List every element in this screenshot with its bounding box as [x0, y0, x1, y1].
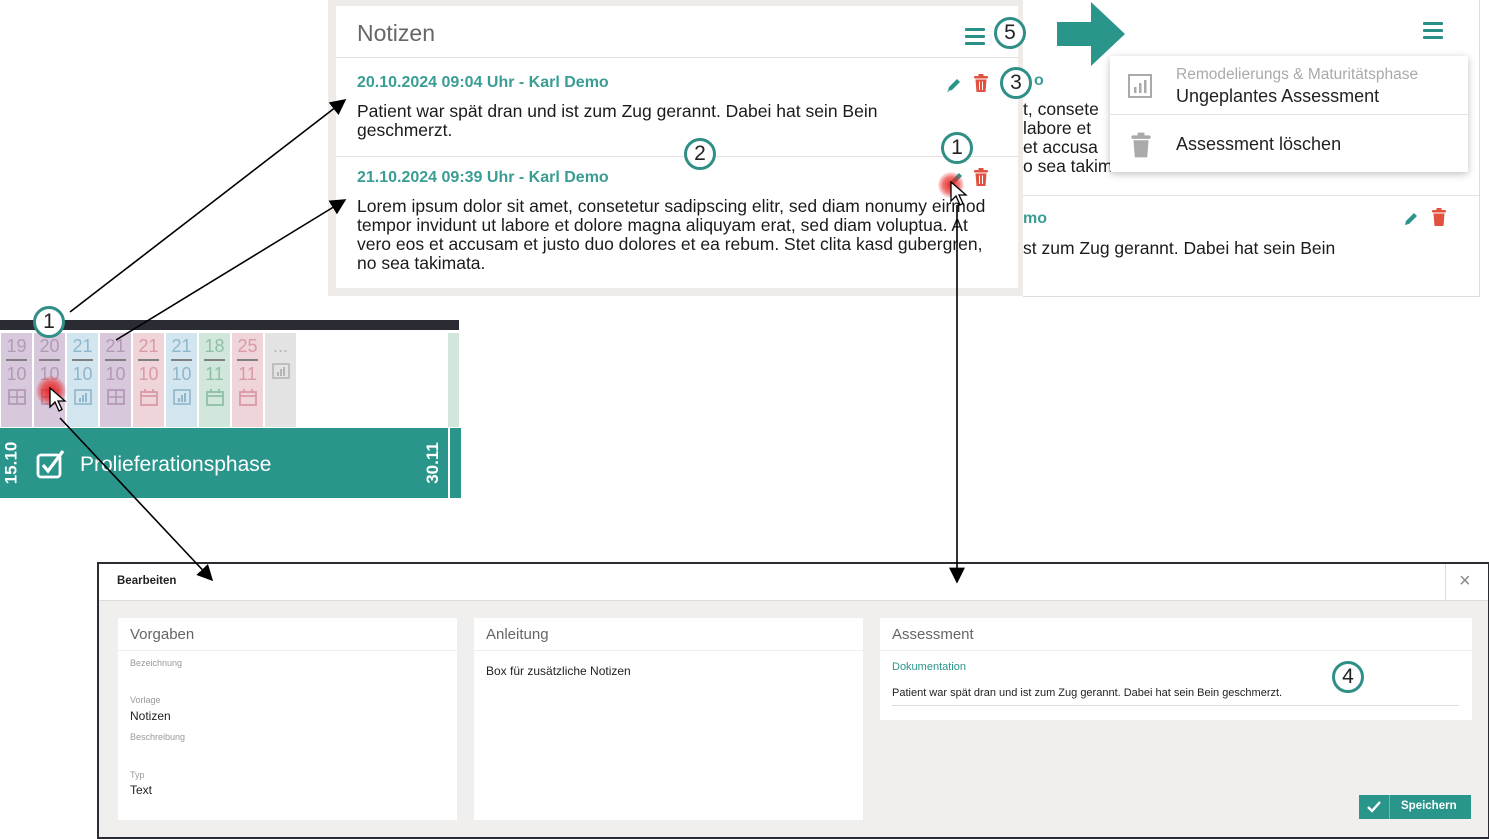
step-badge: 3	[1000, 67, 1032, 99]
step-badge: 5	[994, 17, 1026, 49]
step-badge: 2	[684, 138, 716, 170]
step-badge: 4	[1332, 661, 1364, 693]
step-badge: 1	[33, 306, 65, 338]
step-badge: 1	[941, 132, 973, 164]
annotation-arrows	[59, 99, 965, 584]
